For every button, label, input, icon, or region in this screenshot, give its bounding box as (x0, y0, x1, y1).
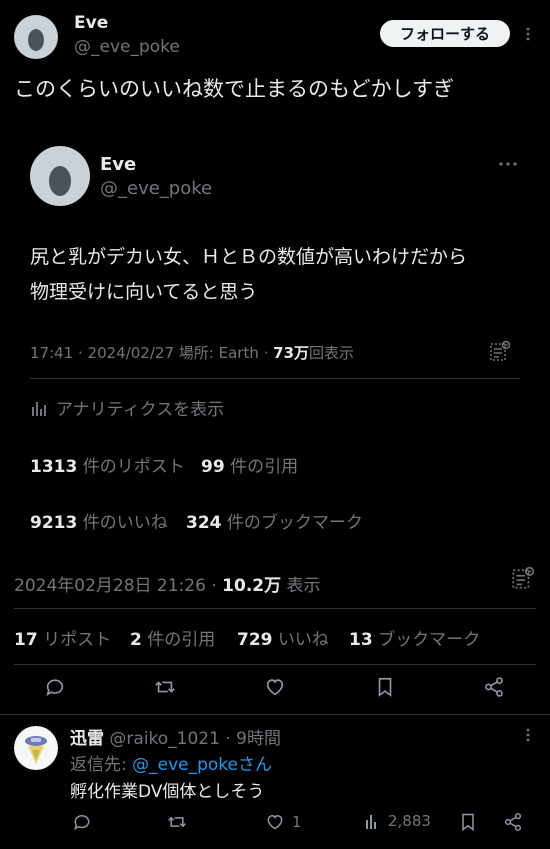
quoted-likes-count: 9213 (30, 513, 78, 533)
reply-bookmark-icon[interactable] (458, 812, 478, 832)
reply-views-button[interactable]: 2,883 (364, 812, 431, 830)
quoted-author-name[interactable]: Eve (100, 154, 136, 175)
quoted-likes-label: 件のいいね (82, 513, 168, 533)
quoted-quotes-stat[interactable]: 99 件の引用 (201, 452, 298, 477)
quotes-count: 2 (130, 630, 142, 650)
bookmark-summary-icon[interactable] (510, 566, 536, 592)
reply-time[interactable]: · 9時間 (225, 729, 281, 749)
quoted-meta-time[interactable]: 17:41 · 2024/02/27 (30, 344, 174, 362)
quoted-author-avatar[interactable] (30, 146, 90, 206)
quotes-stat[interactable]: 2 件の引用 (130, 625, 215, 650)
tweet-views-sep: · (211, 576, 217, 596)
analytics-icon (30, 399, 48, 417)
likes-stat[interactable]: 729 いいね (237, 625, 329, 650)
reply-more-icon[interactable] (520, 727, 536, 743)
reply-author-name[interactable]: 迅雷 (70, 729, 104, 749)
quoted-quotes-label: 件の引用 (230, 457, 299, 477)
reply-views-count: 2,883 (388, 812, 431, 830)
quoted-divider (30, 378, 520, 379)
tweet-views-count: 10.2万 (222, 576, 282, 596)
quoted-text-line2: 物理受けに向いてると思う (30, 281, 258, 303)
follow-button[interactable]: フォローする (380, 20, 510, 47)
retweets-stat[interactable]: 17 リポスト (14, 625, 111, 650)
quoted-reposts-count: 1313 (30, 457, 78, 477)
quoted-meta-location: 場所: Earth · (178, 344, 269, 362)
tweet-views-label: 表示 (286, 576, 321, 596)
quoted-reposts-label: 件のリポスト (82, 457, 185, 477)
reply-reply-icon[interactable] (72, 812, 92, 832)
more-options-icon[interactable] (520, 26, 536, 42)
quoted-tweet[interactable]: Eve @_eve_poke 尻と乳がデカい女、ＨとＢの数値が高いわけだから 物… (0, 120, 550, 560)
quoted-author-handle[interactable]: @_eve_poke (100, 178, 212, 199)
tweet-meta: 2024年02月28日 21:26 · 10.2万 表示 (14, 571, 321, 596)
quoted-meta-views-count: 73万 (273, 344, 310, 362)
tweet-timestamp[interactable]: 2024年02月28日 21:26 (14, 576, 206, 596)
author-avatar[interactable] (14, 15, 58, 59)
replying-prefix: 返信先: (70, 755, 127, 775)
quoted-meta: 17:41 · 2024/02/27 場所: Earth · 73万回表示 (30, 342, 354, 363)
author-name[interactable]: Eve (74, 13, 108, 33)
reply-like-button[interactable]: 1 (264, 812, 302, 832)
replying-handle: @_eve_poke (132, 755, 239, 775)
quoted-more-icon[interactable] (498, 156, 518, 172)
reply-share-icon[interactable] (503, 812, 523, 832)
quoted-quotes-count: 99 (201, 457, 225, 477)
quotes-label: 件の引用 (147, 630, 216, 650)
quoted-likes-stat[interactable]: 9213 件のいいね (30, 508, 168, 533)
divider-3 (0, 714, 550, 715)
quoted-reposts-stat[interactable]: 1313 件のリポスト (30, 452, 185, 477)
reply-avatar[interactable] (14, 726, 58, 770)
quoted-bookmarks-count: 324 (186, 513, 222, 533)
like-icon[interactable] (263, 676, 287, 698)
author-handle[interactable]: @_eve_poke (74, 37, 180, 57)
bookmarks-label: ブックマーク (378, 630, 481, 650)
bookmarks-count: 13 (349, 630, 373, 650)
likes-count: 729 (237, 630, 273, 650)
quoted-analytics-link[interactable]: アナリティクスを表示 (30, 395, 224, 420)
retweet-icon[interactable] (153, 676, 177, 698)
likes-label: いいね (277, 630, 329, 650)
quoted-bookmarks-label: 件のブックマーク (226, 513, 363, 533)
reply-header: 迅雷 @raiko_1021 · 9時間 (70, 724, 281, 749)
bookmarks-stat[interactable]: 13 ブックマーク (349, 625, 480, 650)
replying-handle-link[interactable]: @_eve_pokeさん (132, 755, 272, 775)
bookmark-icon[interactable] (374, 676, 396, 698)
reply-retweet-icon[interactable] (166, 812, 188, 832)
retweets-count: 17 (14, 630, 38, 650)
replying-suffix: さん (238, 755, 273, 775)
reply-icon[interactable] (44, 676, 66, 698)
quoted-meta-views-label: 回表示 (309, 344, 355, 362)
reply-views-icon (364, 812, 382, 830)
reply-like-count: 1 (292, 813, 302, 831)
retweets-label: リポスト (43, 630, 112, 650)
reply-replying-to: 返信先: @_eve_pokeさん (70, 750, 272, 775)
reply-text: 孵化作業DV個体としそう (70, 782, 265, 802)
quoted-bookmarks-stat[interactable]: 324 件のブックマーク (186, 508, 363, 533)
quoted-bookmark-summary-icon[interactable] (488, 340, 512, 364)
tweet-text: このくらいのいいね数で止まるのもどかしすぎ (14, 77, 455, 101)
reply-author-handle[interactable]: @raiko_1021 (109, 729, 220, 749)
quoted-text-line1: 尻と乳がデカい女、ＨとＢの数値が高いわけだから (30, 246, 468, 268)
divider-1 (14, 608, 536, 609)
share-icon[interactable] (483, 676, 505, 698)
reply-like-icon (264, 812, 286, 832)
divider-2 (14, 664, 536, 665)
analytics-label: アナリティクスを表示 (56, 400, 225, 420)
